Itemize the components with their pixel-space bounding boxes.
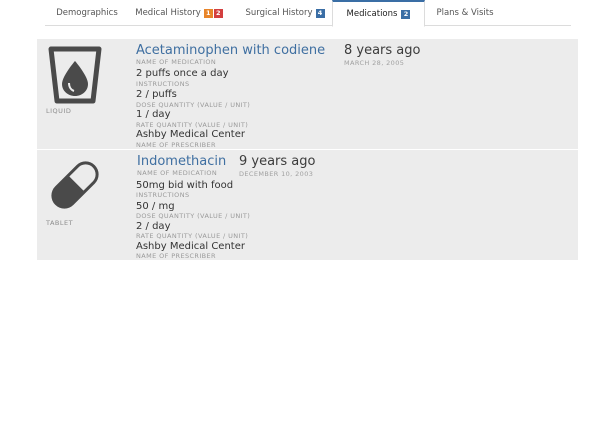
field-label: NAME OF PRESCRIBER bbox=[136, 252, 216, 260]
count-badge: 1 bbox=[203, 8, 213, 18]
medication-age: 8 years ago bbox=[344, 43, 421, 58]
dose-value: 50 / mg bbox=[136, 201, 175, 212]
medication-card: TABLET Indomethacin 9 years ago NAME OF … bbox=[37, 150, 578, 260]
dose-value: 2 / puffs bbox=[136, 89, 177, 100]
field-label: NAME OF MEDICATION bbox=[137, 169, 218, 177]
tab-medications[interactable]: Medications 2 bbox=[332, 0, 425, 27]
tab-label: Plans & Visits bbox=[436, 8, 494, 18]
medication-date: DECEMBER 10, 2003 bbox=[239, 170, 314, 178]
medication-form-label: LIQUID bbox=[46, 107, 72, 115]
tab-label: Medical History bbox=[135, 8, 201, 18]
count-badge: 4 bbox=[315, 8, 325, 18]
tablet-capsule-icon bbox=[45, 154, 105, 216]
medication-date: MARCH 28, 2005 bbox=[344, 59, 405, 67]
field-label: INSTRUCTIONS bbox=[136, 191, 190, 199]
field-label: NAME OF MEDICATION bbox=[136, 58, 217, 66]
medication-name[interactable]: Indomethacin bbox=[137, 154, 226, 169]
field-label: RATE QUANTITY (VALUE / UNIT) bbox=[136, 232, 249, 240]
tab-label: Demographics bbox=[56, 8, 118, 18]
field-label: RATE QUANTITY (VALUE / UNIT) bbox=[136, 121, 249, 129]
count-badge: 2 bbox=[213, 8, 223, 18]
field-label: DOSE QUANTITY (VALUE / UNIT) bbox=[136, 212, 251, 220]
tab-label: Surgical History bbox=[245, 8, 313, 18]
tab-bar: Demographics Medical History 1 2 Surgica… bbox=[45, 0, 571, 27]
liquid-glass-icon bbox=[45, 43, 105, 105]
field-label: INSTRUCTIONS bbox=[136, 80, 190, 88]
tab-surgical-history[interactable]: Surgical History 4 bbox=[235, 0, 335, 26]
rate-value: 2 / day bbox=[136, 221, 171, 232]
rate-value: 1 / day bbox=[136, 109, 171, 120]
field-label: DOSE QUANTITY (VALUE / UNIT) bbox=[136, 101, 251, 109]
prescriber-value: Ashby Medical Center bbox=[136, 129, 245, 140]
medication-form-label: TABLET bbox=[46, 219, 74, 227]
field-label: NAME OF PRESCRIBER bbox=[136, 141, 216, 149]
tab-plans-visits[interactable]: Plans & Visits bbox=[425, 0, 505, 26]
prescriber-value: Ashby Medical Center bbox=[136, 241, 245, 252]
tab-demographics[interactable]: Demographics bbox=[45, 0, 129, 26]
medication-age: 9 years ago bbox=[239, 154, 316, 169]
instructions-value: 2 puffs once a day bbox=[136, 68, 229, 79]
tab-medical-history[interactable]: Medical History 1 2 bbox=[129, 0, 229, 26]
tab-label: Medications bbox=[346, 9, 398, 19]
medication-name[interactable]: Acetaminophen with codiene bbox=[136, 43, 325, 58]
count-badge: 2 bbox=[401, 9, 411, 19]
instructions-value: 50mg bid with food bbox=[136, 180, 234, 191]
medication-card: LIQUID Acetaminophen with codiene 8 year… bbox=[37, 39, 578, 149]
